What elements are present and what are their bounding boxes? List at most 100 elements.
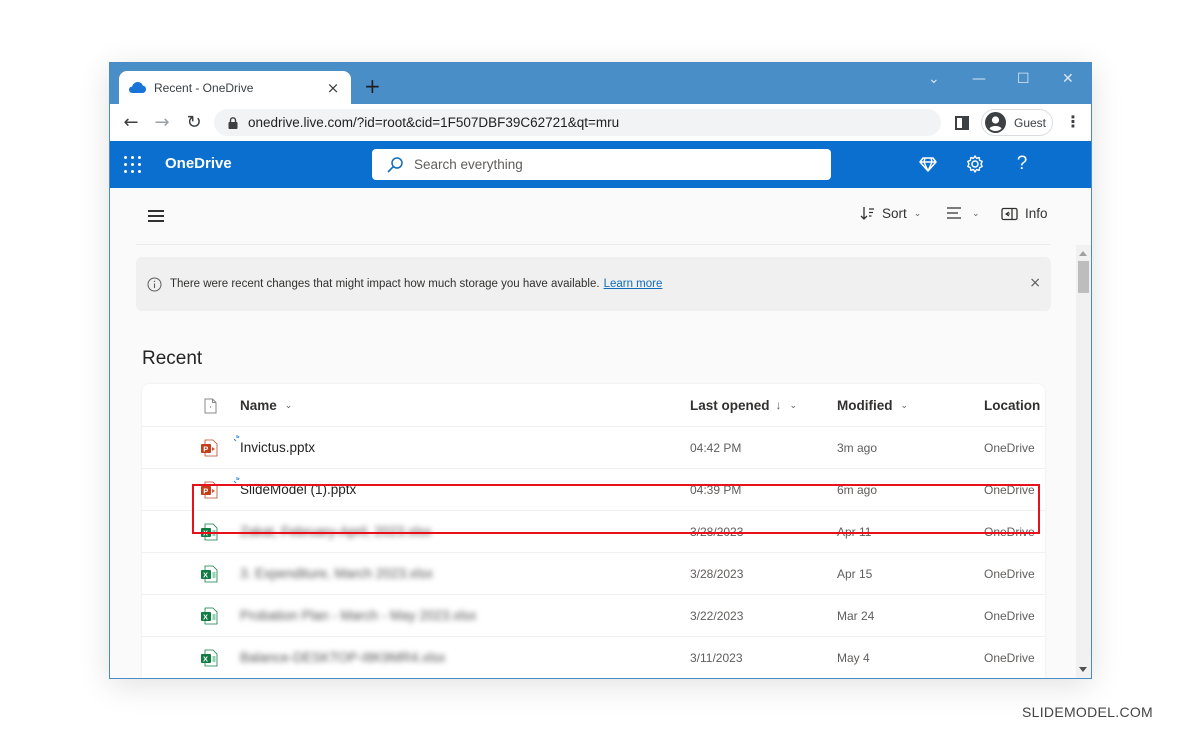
location-cell: OneDrive — [984, 441, 1035, 455]
main-content: Sort ⌄ ⌄ Info There were recent changes … — [110, 188, 1091, 678]
modified-cell: 6m ago — [837, 483, 878, 497]
column-name-label: Name — [240, 397, 277, 413]
chevron-down-icon: ⌄ — [284, 399, 293, 410]
lock-icon — [228, 116, 238, 129]
back-arrow-icon[interactable]: ← — [119, 111, 143, 135]
browser-titlebar: Recent - OneDrive × + ⌄ — ☐ ✕ — [110, 63, 1091, 104]
search-placeholder: Search everything — [414, 157, 523, 172]
app-launcher-icon[interactable] — [124, 156, 142, 174]
powerpoint-file-icon: P — [201, 439, 218, 457]
window-close-icon[interactable]: ✕ — [1062, 71, 1074, 87]
file-name[interactable]: Probation Plan - March - May 2023.xlsx — [240, 608, 476, 623]
location-cell: OneDrive — [984, 567, 1035, 581]
vertical-scrollbar[interactable] — [1076, 245, 1091, 678]
file-row[interactable]: X Probation Plan - March - May 2023.xlsx 3… — [142, 594, 1045, 636]
location-cell: OneDrive — [984, 651, 1035, 665]
svg-text:P: P — [203, 445, 208, 454]
svg-text:X: X — [203, 613, 208, 622]
command-bar-divider — [136, 244, 1050, 245]
tab-search-icon[interactable]: ⌄ — [928, 71, 940, 87]
banner-close-icon[interactable]: × — [1029, 275, 1041, 291]
info-icon — [147, 277, 162, 291]
info-pane-icon — [1001, 207, 1018, 220]
column-header-last-opened[interactable]: Last opened ↓ ⌄ — [690, 384, 797, 426]
help-icon[interactable]: ? — [1012, 154, 1032, 174]
maximize-icon[interactable]: ☐ — [1017, 71, 1030, 87]
view-list-icon — [947, 207, 961, 219]
app-brand[interactable]: OneDrive — [165, 155, 232, 172]
watermark: SLIDEMODEL.COM — [1022, 704, 1153, 720]
chevron-down-icon: ⌄ — [900, 399, 909, 410]
scroll-down-icon[interactable] — [1079, 667, 1087, 672]
onedrive-header: OneDrive Search everything ? — [110, 141, 1091, 188]
browser-tab-active[interactable]: Recent - OneDrive × — [119, 71, 351, 104]
modified-cell: Apr 11 — [837, 525, 872, 539]
learn-more-link[interactable]: Learn more — [604, 278, 663, 290]
file-row[interactable]: X Zakat, February-April, 2023.xlsx 3/28/20… — [142, 510, 1045, 552]
nav-menu-icon[interactable] — [148, 210, 164, 222]
svg-text:X: X — [203, 655, 208, 664]
chevron-down-icon: ⌄ — [972, 207, 980, 218]
location-cell: OneDrive — [984, 525, 1035, 539]
column-header-name[interactable]: Name ⌄ — [240, 384, 292, 426]
file-name[interactable]: Balance-DESKTOP-I8K9MR4.xlsx — [240, 650, 445, 665]
recent-files-table: Name ⌄ Last opened ↓ ⌄ Modified ⌄ Locati… — [142, 384, 1045, 678]
banner-message: There were recent changes that might imp… — [170, 278, 600, 290]
sort-label: Sort — [882, 206, 907, 221]
last-opened-cell: 3/28/2023 — [690, 567, 744, 581]
svg-text:X: X — [203, 529, 208, 538]
file-row[interactable]: X Balance-DESKTOP-I8K9MR4.xlsx 3/11/2023 Ma… — [142, 636, 1045, 678]
last-opened-cell: 3/11/2023 — [690, 651, 743, 665]
minimize-icon[interactable]: — — [972, 71, 986, 87]
modified-cell: Apr 15 — [837, 567, 873, 581]
file-name[interactable]: Invictus.pptx — [240, 440, 315, 455]
new-tab-button[interactable]: + — [364, 75, 381, 97]
profile-name: Guest — [1014, 115, 1047, 130]
side-panel-icon[interactable] — [955, 116, 969, 130]
file-name[interactable]: Zakat, February-April, 2023.xlsx — [240, 524, 431, 539]
settings-gear-icon[interactable] — [965, 154, 985, 174]
sort-descending-icon: ↓ — [775, 398, 782, 412]
sort-button[interactable]: Sort ⌄ — [860, 206, 921, 221]
file-name[interactable]: SlideModel (1).pptx — [240, 482, 356, 497]
guest-avatar-icon — [985, 112, 1006, 133]
column-last-opened-label: Last opened — [690, 397, 770, 413]
premium-diamond-icon[interactable] — [918, 154, 938, 174]
file-row[interactable]: P Invictus.pptx 04:42 PM 3m ago OneDrive — [142, 426, 1045, 468]
browser-window: Recent - OneDrive × + ⌄ — ☐ ✕ ← → ↻ oned… — [109, 62, 1092, 679]
search-input[interactable]: Search everything — [372, 149, 831, 180]
chevron-down-icon: ⌄ — [913, 208, 922, 218]
reload-icon[interactable]: ↻ — [182, 111, 206, 135]
column-header-location[interactable]: Location — [984, 384, 1040, 426]
view-options-button[interactable]: ⌄ — [946, 206, 980, 220]
location-cell: OneDrive — [984, 609, 1035, 623]
scroll-thumb[interactable] — [1078, 261, 1089, 293]
last-opened-cell: 3/22/2023 — [690, 609, 744, 623]
column-header-modified[interactable]: Modified ⌄ — [837, 384, 908, 426]
tab-close-icon[interactable]: × — [325, 79, 341, 97]
powerpoint-file-icon: P — [201, 481, 218, 499]
column-modified-label: Modified — [837, 397, 893, 413]
excel-file-icon: X — [201, 523, 218, 541]
file-row[interactable]: X 3. Expenditure, March 2023.xlsx 3/28/202… — [142, 552, 1045, 594]
file-type-header-icon — [204, 398, 217, 414]
file-name[interactable]: 3. Expenditure, March 2023.xlsx — [240, 566, 433, 581]
browser-menu-icon[interactable]: ⋮ — [1065, 113, 1081, 131]
profile-button[interactable]: Guest — [981, 109, 1053, 136]
forward-arrow-icon[interactable]: → — [150, 111, 174, 135]
storage-notice-banner: There were recent changes that might imp… — [136, 257, 1051, 311]
info-label: Info — [1025, 206, 1048, 221]
onedrive-cloud-icon — [129, 82, 146, 93]
url-text: onedrive.live.com/?id=root&cid=1F507DBF3… — [248, 115, 620, 130]
excel-file-icon: X — [201, 607, 218, 625]
excel-file-icon: X — [201, 649, 218, 667]
page-title: Recent — [142, 348, 203, 369]
modified-cell: 3m ago — [837, 441, 878, 455]
file-row[interactable]: P SlideModel (1).pptx 04:39 PM 6m ago OneDri… — [142, 468, 1045, 510]
scroll-up-icon[interactable] — [1079, 251, 1087, 256]
excel-file-icon: X — [201, 565, 218, 583]
address-bar[interactable]: onedrive.live.com/?id=root&cid=1F507DBF3… — [214, 109, 941, 136]
last-opened-cell: 04:42 PM — [690, 441, 742, 455]
info-button[interactable]: Info — [1001, 206, 1048, 221]
chevron-down-icon: ⌄ — [789, 399, 798, 410]
